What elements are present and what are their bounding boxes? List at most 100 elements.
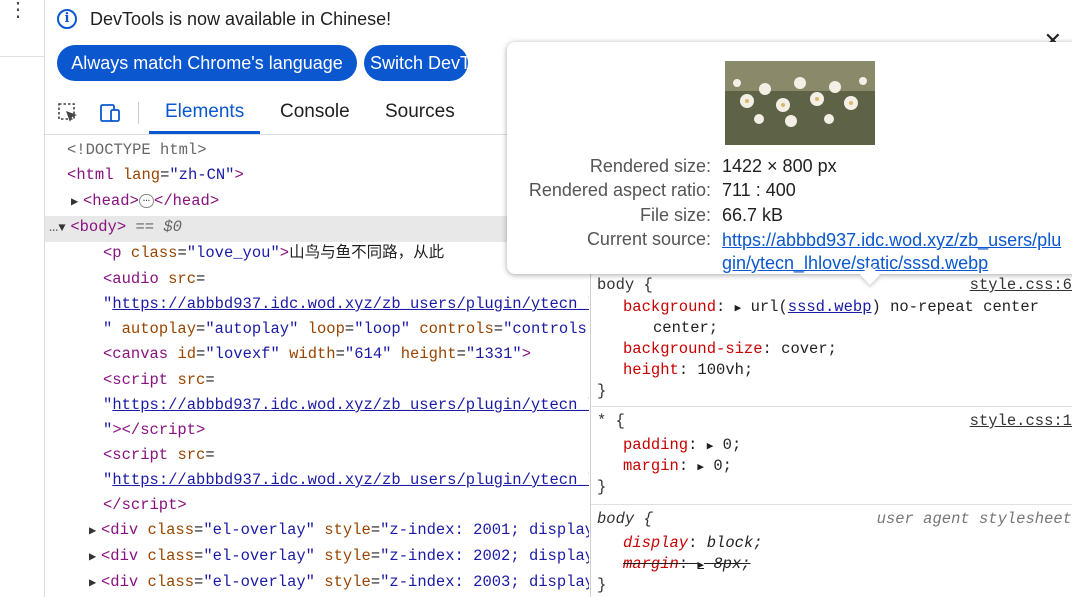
- prop-name: background: [623, 298, 717, 316]
- prop-value: center;: [653, 319, 719, 337]
- console-ref: == $0: [135, 218, 182, 236]
- info-icon: i: [57, 9, 77, 29]
- prop-value: no-repeat center: [890, 298, 1039, 316]
- page-gutter: ⋮: [0, 0, 45, 597]
- prop-name: background-size: [623, 340, 763, 358]
- expand-triangle-icon[interactable]: ▶: [89, 571, 101, 596]
- prop-value: 0;: [722, 436, 742, 454]
- prop-display: display: block;: [623, 534, 763, 552]
- attr-value: "loop": [354, 320, 411, 338]
- switch-language-button[interactable]: Switch DevTools to Chinese: [364, 45, 468, 81]
- aspect-ratio-label: Rendered aspect ratio:: [528, 180, 711, 200]
- image-preview-tooltip: Rendered size: 1422 × 800 px Rendered as…: [507, 42, 1072, 285]
- node-menu-icon[interactable]: …: [49, 218, 58, 236]
- prop-name: margin: [623, 457, 679, 475]
- prop-background[interactable]: background: ▶ url(sssd.webp) no-repeat c…: [623, 297, 1039, 320]
- tree-node-body[interactable]: …▼ <body> == $0: [49, 215, 182, 241]
- rule-close-brace: }: [597, 478, 607, 496]
- tree-node-audio[interactable]: <audio src=: [103, 267, 205, 292]
- image-thumbnail: [725, 61, 875, 145]
- style-rule-universal: * { style.css:1 padding: ▶ 0; margin: ▶ …: [591, 411, 1072, 501]
- rendered-size-label: Rendered size:: [589, 156, 711, 176]
- rule-selector[interactable]: body {: [597, 275, 653, 296]
- tree-node-script-1[interactable]: <script src=: [103, 368, 215, 393]
- text-node: 山鸟与鱼不同路，从此: [289, 244, 445, 262]
- prop-padding[interactable]: padding: ▶ 0;: [623, 435, 741, 458]
- attr-name: lang: [122, 166, 161, 184]
- attr-value: "lovexf": [205, 345, 280, 363]
- expand-triangle-icon[interactable]: ▶: [89, 545, 101, 570]
- rule-divider: [591, 504, 1072, 505]
- rule-source-link[interactable]: style.css:1: [970, 411, 1072, 432]
- attr-name: class: [130, 244, 178, 262]
- current-source-label: Current source:: [586, 229, 711, 249]
- attr-value: "z-index: 2002; display:: [380, 547, 589, 565]
- script-src-link[interactable]: https://abbbd937.idc.wod.xyz/zb_users/pl…: [112, 471, 589, 489]
- current-source-link[interactable]: https://abbbd937.idc.wod.xyz/zb_users/pl…: [722, 229, 1062, 275]
- attr-value: "controls": [503, 320, 589, 338]
- prop-margin-overridden: margin: ▶ 8px;: [623, 555, 751, 573]
- attr-name: src: [168, 270, 197, 288]
- prop-name: margin: [623, 555, 679, 573]
- script-1-src-line: "https://abbbd937.idc.wod.xyz/zb_users/p…: [103, 393, 589, 418]
- inspect-element-icon[interactable]: [57, 102, 79, 124]
- prop-value: block;: [706, 534, 763, 552]
- device-toolbar-icon[interactable]: [99, 102, 121, 124]
- prop-margin[interactable]: margin: ▶ 0;: [623, 456, 732, 479]
- attr-value: "zh-CN": [169, 166, 235, 184]
- tree-node-doctype[interactable]: <!DOCTYPE html>: [67, 138, 207, 163]
- rule-selector[interactable]: * {: [597, 411, 625, 432]
- tab-sources[interactable]: Sources: [369, 92, 471, 134]
- attr-value: "614": [344, 345, 392, 363]
- collapsed-ellipsis-icon[interactable]: …: [138, 192, 155, 208]
- collapse-triangle-icon[interactable]: ▼: [58, 216, 70, 241]
- always-match-language-button[interactable]: Always match Chrome's language: [57, 45, 357, 81]
- prop-background-size[interactable]: background-size: cover;: [623, 339, 837, 360]
- rule-selector: body {: [597, 510, 653, 528]
- rule-source-label: user agent stylesheet: [876, 510, 1072, 528]
- script-src-link[interactable]: https://abbbd937.idc.wod.xyz/zb_users/pl…: [112, 396, 589, 414]
- prop-background-cont: center;: [653, 318, 718, 339]
- rule-close-brace: }: [597, 576, 607, 594]
- tab-elements[interactable]: Elements: [149, 92, 261, 134]
- attr-value: "z-index: 2003; display:: [380, 573, 589, 591]
- tree-node-html[interactable]: <html lang="zh-CN">: [67, 163, 244, 188]
- tree-node-p[interactable]: <p class="love_you">山鸟与鱼不同路，从此: [103, 241, 444, 266]
- prop-name: display: [623, 534, 689, 552]
- attr-name: loop: [307, 320, 345, 338]
- more-vertical-icon[interactable]: ⋮: [8, 0, 28, 20]
- audio-src-line: "https://abbbd937.idc.wod.xyz/zb_users/p…: [103, 292, 589, 317]
- attr-name: autoplay: [121, 320, 197, 338]
- body-open-tag: <body>: [70, 218, 127, 236]
- expand-triangle-icon[interactable]: ▶: [71, 190, 83, 215]
- prop-height[interactable]: height: 100vh;: [623, 360, 753, 381]
- head-close-tag: </head>: [154, 192, 220, 210]
- attr-name: controls: [419, 320, 494, 338]
- prop-value: 8px;: [713, 555, 751, 573]
- prop-value: 0;: [713, 457, 732, 475]
- rule-divider: [591, 406, 1072, 407]
- script-1-close-line: "></script>: [103, 421, 206, 439]
- tag-name: html: [76, 166, 114, 184]
- prop-name: padding: [623, 436, 689, 454]
- audio-src-link[interactable]: https://abbbd937.idc.wod.xyz/zb_users/pl…: [112, 295, 589, 313]
- tree-node-head[interactable]: ▶ <head>… </head>: [71, 189, 219, 215]
- prop-name: height: [623, 361, 679, 379]
- divider: [0, 56, 44, 57]
- tab-console[interactable]: Console: [264, 92, 366, 134]
- attr-value: "z-index: 2001; display:: [380, 521, 589, 539]
- tree-node-overlay-2[interactable]: ▶ <div class="el-overlay" style="z-index:…: [89, 544, 589, 570]
- head-open-tag: <head>: [83, 192, 139, 210]
- tree-node-overlay-3[interactable]: ▶ <div class="el-overlay" style="z-index:…: [89, 570, 589, 596]
- tree-node-canvas[interactable]: <canvas id="lovexf" width="614" height="…: [103, 342, 531, 367]
- attr-value: "autoplay": [205, 320, 299, 338]
- file-size-label: File size:: [639, 205, 711, 225]
- audio-attrs-line: " autoplay="autoplay" loop="loop" contro…: [103, 317, 589, 342]
- bg-url-link[interactable]: sssd.webp: [788, 298, 872, 316]
- expand-triangle-icon[interactable]: ▶: [89, 519, 101, 544]
- tree-node-overlay-1[interactable]: ▶ <div class="el-overlay" style="z-index:…: [89, 518, 589, 544]
- file-size-value: 66.7 kB: [722, 205, 784, 225]
- tree-node-script-2[interactable]: <script src=: [103, 443, 215, 468]
- attr-value: "1331": [465, 345, 522, 363]
- rule-source-link[interactable]: style.css:6: [970, 275, 1072, 296]
